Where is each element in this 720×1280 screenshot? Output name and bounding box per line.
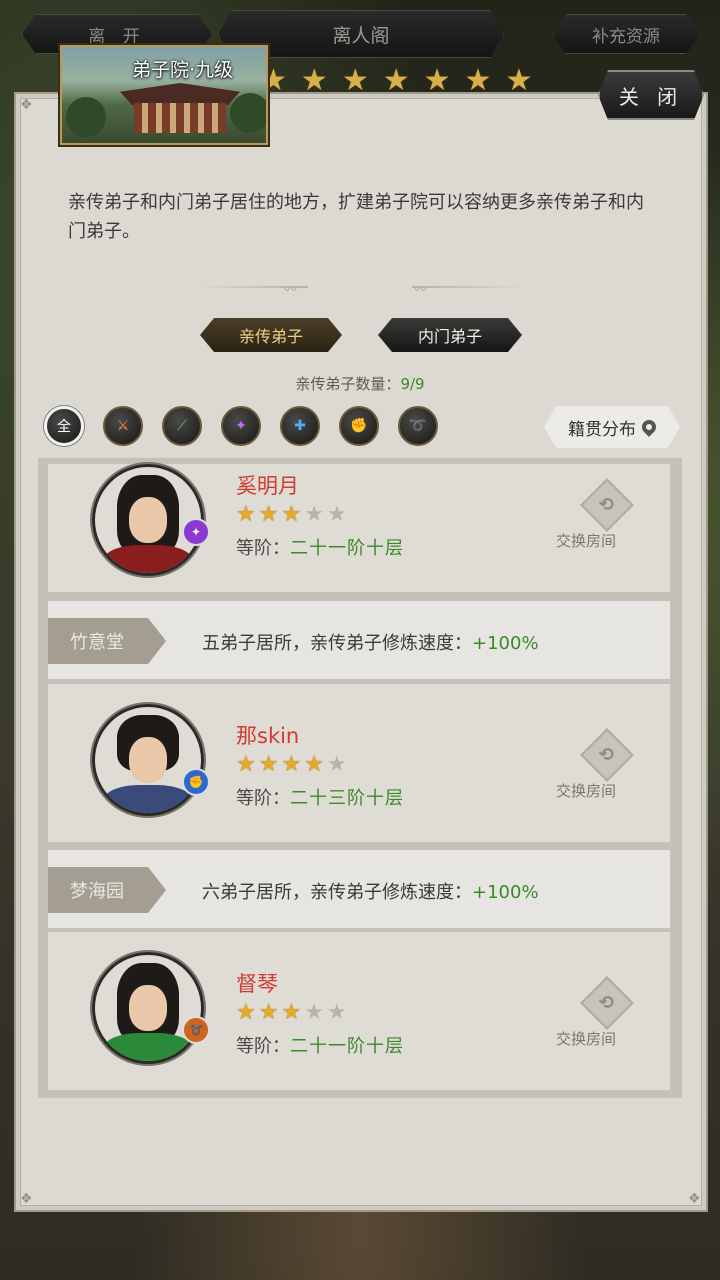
hall-description-text: 六弟子居所，亲传弟子修炼速度： <box>202 882 472 903</box>
hall-header: 竹意堂 五弟子居所，亲传弟子修炼速度：+100% <box>48 601 670 679</box>
hall-description: 五弟子居所，亲传弟子修炼速度：+100% <box>202 629 539 655</box>
disciple-card: ✦ 奚明月 ★ ★ ★ ★ ★ 等阶：二十一阶十层 ⟲ 交换房间 <box>48 464 670 592</box>
divider-ornament: 〰 <box>414 283 428 298</box>
disciple-stars: ★ ★ ★ ★ ★ <box>236 754 347 776</box>
disciple-name: 那skin <box>236 724 300 748</box>
star-icon: ★ <box>326 752 347 777</box>
swap-room-label[interactable]: 交换房间 <box>556 1028 616 1049</box>
tree-shape <box>66 97 106 137</box>
disciple-count-value: 9/9 <box>400 375 425 393</box>
rank-label: 等阶： <box>236 788 290 809</box>
disciple-count-label: 亲传弟子数量： <box>295 375 401 393</box>
tab-inner-disciples[interactable]: 内门弟子 <box>378 318 522 352</box>
divider-ornament: 〰 <box>284 283 298 298</box>
spear-icon: ✦ <box>182 518 210 546</box>
swap-room-icon[interactable]: ⟲ <box>580 478 634 532</box>
star-icon: ★ <box>281 752 302 777</box>
origin-distribution-button[interactable]: 籍贯分布 <box>544 406 680 448</box>
disciple-rank: 等阶：二十三阶十层 <box>236 784 404 810</box>
tab-direct-disciples[interactable]: 亲传弟子 <box>200 318 342 352</box>
origin-distribution-label: 籍贯分布 <box>568 419 636 440</box>
supply-resources-button[interactable]: 补充资源 <box>552 14 700 54</box>
disciple-name: 奚明月 <box>236 474 299 498</box>
swap-room-label[interactable]: 交换房间 <box>556 530 616 551</box>
disciple-portrait[interactable] <box>92 704 204 816</box>
divider-line <box>412 286 524 288</box>
disciple-name: 督琴 <box>236 972 278 996</box>
disciple-stars: ★ ★ ★ ★ ★ <box>236 504 347 526</box>
building-thumbnail: 弟子院·九级 <box>60 45 268 145</box>
location-pin-icon <box>639 417 659 437</box>
portrait-robe <box>103 545 193 573</box>
star-icon: ★ <box>304 502 324 527</box>
fist-icon: ✊ <box>182 768 210 796</box>
hall-roof <box>120 83 240 105</box>
disciple-rank: 等阶：二十一阶十层 <box>236 1032 404 1058</box>
filter-blade-icon[interactable]: ⟋ <box>162 406 202 446</box>
filter-sword-icon[interactable]: ⚔ <box>103 406 143 446</box>
star-icon: ★ <box>258 502 279 527</box>
hall-header: 梦海园 六弟子居所，亲传弟子修炼速度：+100% <box>48 850 670 928</box>
rank-value: 二十三阶十层 <box>290 788 404 809</box>
hall-facade <box>134 103 226 133</box>
disciple-count: 亲传弟子数量：9/9 <box>0 373 720 394</box>
disciple-card: ➰ 督琴 ★ ★ ★ ★ ★ 等阶：二十一阶十层 ⟲ 交换房间 <box>48 932 670 1090</box>
disciple-stars: ★ ★ ★ ★ ★ <box>236 1002 347 1024</box>
filter-fist-icon[interactable]: ✊ <box>339 406 379 446</box>
star-icon: ★ <box>326 1000 347 1025</box>
hall-bonus: +100% <box>472 882 539 903</box>
swap-room-icon[interactable]: ⟲ <box>580 728 634 782</box>
star-icon: ★ <box>326 502 347 527</box>
hall-name: 梦海园 <box>48 867 166 913</box>
building-description: 亲传弟子和内门弟子居住的地方，扩建弟子院可以容纳更多亲传弟子和内门弟子。 <box>68 192 644 242</box>
swap-room-label[interactable]: 交换房间 <box>556 780 616 801</box>
hall-description: 六弟子居所，亲传弟子修炼速度：+100% <box>202 878 539 904</box>
close-button[interactable]: 关 闭 <box>598 70 704 120</box>
tree-shape <box>230 93 266 133</box>
star-icon: ★ <box>258 752 279 777</box>
portrait-robe <box>103 785 193 813</box>
star-icon: ★ <box>304 752 324 777</box>
swap-room-icon[interactable]: ⟲ <box>580 976 634 1030</box>
building-name: 弟子院·九级 <box>132 59 234 81</box>
hall-name: 竹意堂 <box>48 618 166 664</box>
star-icon: ★ <box>236 502 256 527</box>
filter-staff-icon[interactable]: ✚ <box>280 406 320 446</box>
star-icon: ★ <box>304 1000 324 1025</box>
star-icon: ★ <box>236 752 256 777</box>
rank-label: 等阶： <box>236 538 290 559</box>
disciple-rank: 等阶：二十一阶十层 <box>236 534 404 560</box>
whip-icon: ➰ <box>182 1016 210 1044</box>
star-icon: ★ <box>258 1000 279 1025</box>
corner-ornament: ❖ <box>688 1191 701 1207</box>
corner-ornament: ❖ <box>20 97 33 113</box>
portrait-robe <box>103 1033 193 1061</box>
rank-label: 等阶： <box>236 1036 290 1057</box>
star-icon: ★ <box>236 1000 256 1025</box>
portrait-face <box>129 737 167 783</box>
star-icon: ★ <box>281 1000 302 1025</box>
filter-whip-icon[interactable]: ➰ <box>398 406 438 446</box>
hall-bonus: +100% <box>472 633 539 654</box>
star-icon: ★ <box>281 502 302 527</box>
filter-spear-icon[interactable]: ✦ <box>221 406 261 446</box>
disciple-card: ✊ 那skin ★ ★ ★ ★ ★ 等阶：二十三阶十层 ⟲ 交换房间 <box>48 684 670 842</box>
corner-ornament: ❖ <box>20 1191 33 1207</box>
filter-all-icon[interactable]: 全 <box>44 406 84 446</box>
weapon-filter-row: 全 ⚔ ⟋ ✦ ✚ ✊ ➰ <box>44 406 438 446</box>
disciple-room-list[interactable]: ✦ 奚明月 ★ ★ ★ ★ ★ 等阶：二十一阶十层 ⟲ 交换房间 竹意堂 五弟子居所，亲… <box>38 458 682 1098</box>
portrait-face <box>129 497 167 543</box>
rank-value: 二十一阶十层 <box>290 1036 404 1057</box>
portrait-face <box>129 985 167 1031</box>
disciple-portrait[interactable] <box>92 952 204 1064</box>
rank-value: 二十一阶十层 <box>290 538 404 559</box>
hall-description-text: 五弟子居所，亲传弟子修炼速度： <box>202 633 472 654</box>
